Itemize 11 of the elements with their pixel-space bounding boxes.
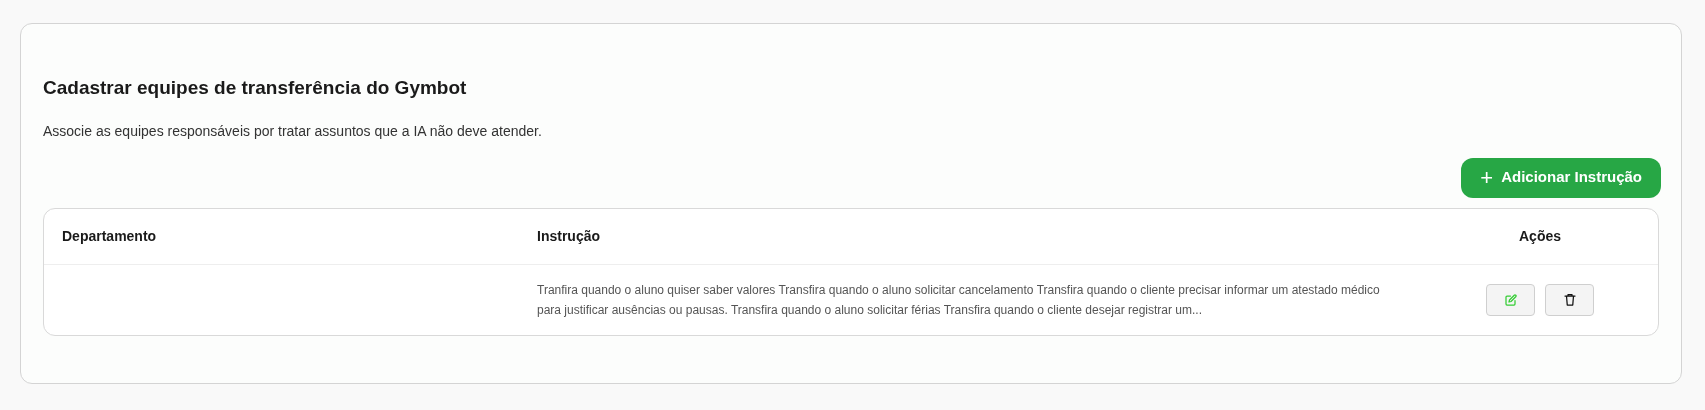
page-description: Associe as equipes responsáveis por tratar assuntos que a IA não deve atender. xyxy=(43,121,543,141)
column-header: Instrução xyxy=(537,226,600,246)
column-header: Ações xyxy=(1519,226,1561,246)
trash-icon xyxy=(1563,293,1576,306)
page-title: Cadastrar equipes de transferência do Gymbot xyxy=(43,76,468,100)
plus-icon: + xyxy=(1480,166,1494,189)
add-instruction-button[interactable]: + Adicionar Instrução xyxy=(1461,157,1661,198)
edit-icon xyxy=(1504,293,1517,306)
table-cell-text: Tranfira quando o aluno quiser saber valores Transfira quando o aluno solicitar cancelamento Transfira quando o cliente precisar informar um atestado médico para justificar ausências ou pausas. Transfira quando o aluno solicitar férias Transfira quando o cliente desejar registrar um... xyxy=(537,281,1381,319)
delete-button[interactable] xyxy=(1545,283,1594,316)
column-header: Departamento xyxy=(62,226,157,246)
